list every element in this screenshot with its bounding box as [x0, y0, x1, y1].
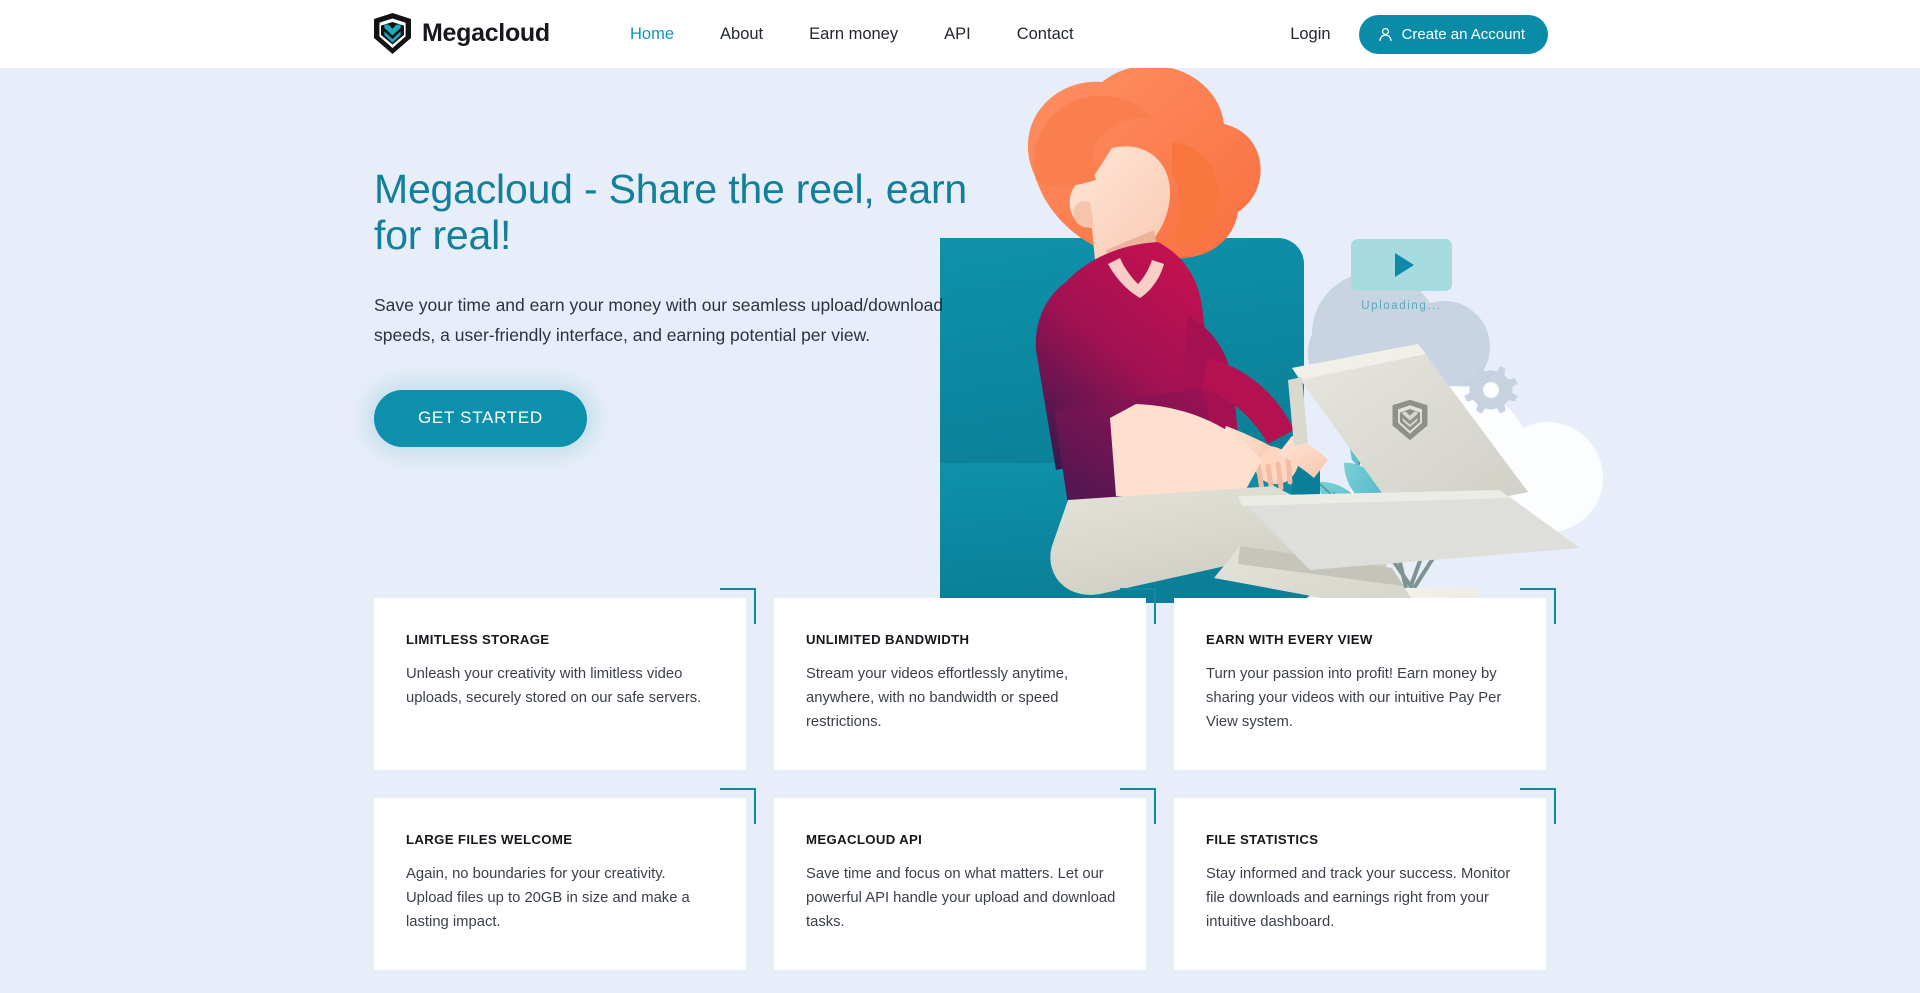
feature-card-text: Stream your videos effortlessly anytime,… [806, 666, 1069, 730]
corner-bracket-icon [1520, 588, 1556, 624]
corner-bracket-icon [1520, 788, 1556, 824]
feature-cards-grid: LIMITLESS STORAGE Unleash your creativit… [374, 588, 1556, 970]
site-header: Megacloud Home About Earn money API Cont… [0, 0, 1920, 68]
feature-card-limitless-storage: LIMITLESS STORAGE Unleash your creativit… [374, 588, 756, 770]
create-account-button[interactable]: Create an Account [1358, 14, 1548, 54]
feature-card-text: Unleash your creativity with limitless v… [406, 666, 702, 706]
feature-card-title: UNLIMITED BANDWIDTH [806, 632, 970, 647]
user-icon [1378, 27, 1393, 42]
uploading-label: Uploading... [1361, 300, 1442, 312]
hero-title: Megacloud - Share the reel, earn for rea… [374, 166, 968, 259]
feature-card-earn-with-every-view: EARN WITH EVERY VIEW Turn your passion i… [1174, 588, 1556, 770]
uploading-badge: Uploading... [1351, 239, 1452, 312]
create-account-label: Create an Account [1401, 25, 1525, 43]
feature-card-title: LARGE FILES WELCOME [406, 832, 573, 847]
brand-logo-link[interactable]: Megacloud [374, 13, 550, 54]
corner-bracket-icon [1120, 788, 1156, 824]
feature-card-title: FILE STATISTICS [1206, 832, 1319, 847]
play-icon [1394, 253, 1414, 277]
page-body: Uploading... Megacloud - Share the reel,… [0, 68, 1920, 993]
login-link[interactable]: Login [1282, 25, 1338, 44]
nav-item-earn-money[interactable]: Earn money [786, 25, 921, 44]
corner-bracket-icon [1120, 588, 1156, 624]
megacloud-shield-logo-icon [374, 13, 411, 54]
header-actions: Login Create an Account [1282, 0, 1548, 68]
main-navigation: Home About Earn money API Contact [607, 0, 1097, 68]
get-started-button[interactable]: GET STARTED [374, 389, 587, 447]
feature-card-text: Again, no boundaries for your creativity… [406, 866, 690, 930]
feature-card-title: MEGACLOUD API [806, 832, 923, 847]
corner-bracket-icon [720, 788, 756, 824]
brand-name: Megacloud [422, 19, 550, 47]
video-thumbnail[interactable] [1351, 239, 1452, 291]
feature-card-file-statistics: FILE STATISTICS Stay informed and track … [1174, 788, 1556, 970]
nav-item-home[interactable]: Home [607, 25, 697, 44]
nav-item-api[interactable]: API [921, 25, 994, 44]
feature-card-title: LIMITLESS STORAGE [406, 632, 550, 647]
hero-subtitle: Save your time and earn your money with … [374, 294, 944, 345]
corner-bracket-icon [720, 588, 756, 624]
hero-content: Megacloud - Share the reel, earn for rea… [374, 166, 974, 447]
feature-card-text: Save time and focus on what matters. Let… [806, 866, 1116, 930]
feature-card-megacloud-api: MEGACLOUD API Save time and focus on wha… [774, 788, 1156, 970]
nav-item-about[interactable]: About [697, 25, 786, 44]
feature-card-text: Turn your passion into profit! Earn mone… [1206, 666, 1502, 730]
feature-card-large-files-welcome: LARGE FILES WELCOME Again, no boundaries… [374, 788, 756, 970]
feature-card-unlimited-bandwidth: UNLIMITED BANDWIDTH Stream your videos e… [774, 588, 1156, 770]
feature-card-text: Stay informed and track your success. Mo… [1206, 866, 1511, 930]
nav-item-contact[interactable]: Contact [994, 25, 1097, 44]
feature-card-title: EARN WITH EVERY VIEW [1206, 632, 1373, 647]
